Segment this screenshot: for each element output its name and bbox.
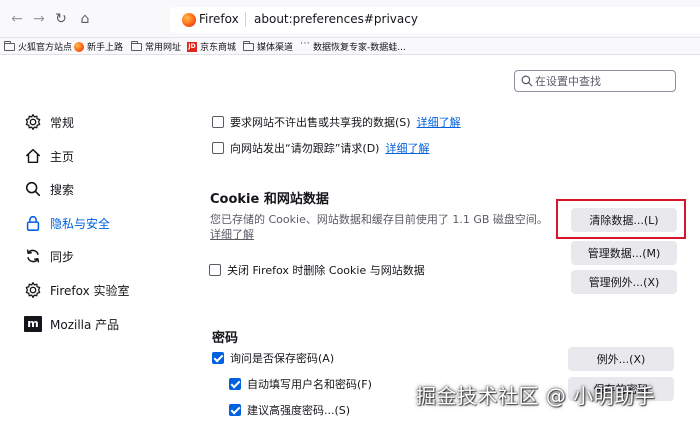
category-home[interactable]: 主页: [24, 145, 74, 167]
category-label: 同步: [50, 249, 75, 264]
category-sync[interactable]: 同步: [24, 245, 74, 267]
url-separator: [245, 12, 246, 27]
ask-to-save-label[interactable]: 询问是否保存密码(A): [230, 350, 334, 366]
back-icon[interactable]: ←: [8, 10, 26, 28]
delete-on-close-setting: 关闭 Firefox 时删除 Cookie 与网站数据: [209, 262, 425, 278]
dnt-label[interactable]: 向网站发出“请勿跟踪”请求(D): [230, 140, 379, 156]
search-icon: [25, 181, 41, 197]
ask-to-save-checkbox[interactable]: [212, 352, 224, 364]
cookies-usage-description: 您已存储的 Cookie、网站数据和缓存目前使用了 1.1 GB 磁盘空间。: [210, 213, 548, 226]
flask-icon: [25, 281, 41, 299]
folder-icon: [4, 40, 15, 51]
address-bar[interactable]: Firefox about:preferences#privacy: [170, 7, 700, 33]
cookies-learn-more-link[interactable]: 详细了解: [210, 226, 254, 242]
suggest-strong-label[interactable]: 建议高强度密码...(S): [247, 402, 350, 418]
mozilla-icon: m: [24, 316, 42, 332]
dnt-checkbox[interactable]: [212, 142, 224, 154]
ask-to-save-setting: 询问是否保存密码(A): [212, 350, 334, 366]
bookmark-label: 数据恢复专家-数据蛙...: [313, 43, 406, 53]
autofill-checkbox[interactable]: [229, 378, 241, 390]
bookmark-label: 媒体渠道: [257, 43, 294, 53]
category-experimental[interactable]: Firefox 实验室: [24, 279, 130, 301]
category-search[interactable]: 搜索: [24, 178, 74, 200]
suggest-strong-setting: 建议高强度密码...(S): [229, 402, 350, 418]
bookmark-label: 新手上路: [87, 43, 124, 53]
navigation-toolbar: ← → ↻ ⌂ Firefox about:preferences#privac…: [0, 0, 700, 38]
bookmark-item[interactable]: 媒体渠道: [243, 39, 293, 54]
category-label: Firefox 实验室: [50, 283, 130, 298]
firefox-icon: [74, 41, 84, 52]
category-privacy[interactable]: 隐私与安全: [24, 212, 110, 234]
bookmarks-toolbar: 火狐官方站点 新手上路 常用网址 JD 京东商城 媒体渠道 数据恢复专家-数据蛙…: [0, 38, 700, 55]
password-exceptions-button[interactable]: 例外...(X): [568, 347, 674, 371]
delete-on-close-label[interactable]: 关闭 Firefox 时删除 Cookie 与网站数据: [227, 262, 425, 278]
search-icon: [521, 75, 533, 87]
preferences-search-input[interactable]: [535, 73, 671, 89]
category-label: 常规: [50, 115, 75, 130]
preferences-search-box[interactable]: [514, 70, 676, 92]
bookmark-item[interactable]: 数据恢复专家-数据蛙...: [300, 38, 406, 54]
category-general[interactable]: 常规: [24, 111, 74, 133]
reload-icon[interactable]: ↻: [52, 10, 70, 28]
autofill-label[interactable]: 自动填写用户名和密码(F): [247, 376, 372, 392]
jd-icon: JD: [187, 41, 197, 52]
forward-icon[interactable]: →: [30, 10, 48, 28]
bookmark-item[interactable]: 常用网址: [131, 39, 181, 54]
identity-label[interactable]: Firefox: [199, 12, 239, 26]
gpc-setting: 要求网站不许出售或共享我的数据(S) 详细了解: [212, 114, 461, 130]
folder-icon: [131, 40, 142, 51]
home-icon[interactable]: ⌂: [76, 10, 94, 28]
cookies-section-title: Cookie 和网站数据: [210, 192, 329, 207]
autofill-setting: 自动填写用户名和密码(F): [229, 376, 372, 392]
category-mozilla-products[interactable]: m Mozilla 产品: [24, 313, 119, 335]
folder-icon: [243, 40, 254, 51]
category-label: 隐私与安全: [50, 216, 111, 231]
bookmark-item[interactable]: 新手上路: [74, 39, 123, 54]
delete-on-close-checkbox[interactable]: [209, 264, 221, 276]
passwords-section-title: 密码: [212, 331, 239, 346]
dnt-setting: 向网站发出“请勿跟踪”请求(D) 详细了解: [212, 140, 429, 156]
suggest-strong-checkbox[interactable]: [229, 404, 241, 416]
dots-icon: [300, 38, 310, 52]
home-icon: [25, 148, 41, 164]
bookmark-item[interactable]: 火狐官方站点: [4, 39, 72, 54]
lock-icon: [26, 216, 40, 231]
gpc-label[interactable]: 要求网站不许出售或共享我的数据(S): [230, 114, 411, 130]
gear-icon: [25, 113, 41, 131]
watermark: 掘金技术社区 @ 小明助手: [416, 384, 656, 408]
bookmark-label: 火狐官方站点: [18, 43, 73, 53]
sync-icon: [26, 249, 40, 263]
category-label: Mozilla 产品: [50, 317, 120, 332]
manage-exceptions-button[interactable]: 管理例外...(X): [571, 270, 677, 294]
category-label: 主页: [50, 149, 75, 164]
category-label: 搜索: [50, 182, 75, 197]
bookmark-label: 常用网址: [145, 43, 182, 53]
dnt-learn-more-link[interactable]: 详细了解: [385, 140, 429, 156]
firefox-icon: [182, 13, 196, 27]
manage-data-button[interactable]: 管理数据...(M): [571, 241, 677, 265]
gpc-learn-more-link[interactable]: 详细了解: [417, 114, 461, 130]
bookmark-item[interactable]: JD 京东商城: [187, 39, 236, 54]
highlight-box: [556, 199, 686, 239]
bookmark-label: 京东商城: [200, 43, 237, 53]
url-text[interactable]: about:preferences#privacy: [254, 12, 418, 26]
gpc-checkbox[interactable]: [212, 116, 224, 128]
